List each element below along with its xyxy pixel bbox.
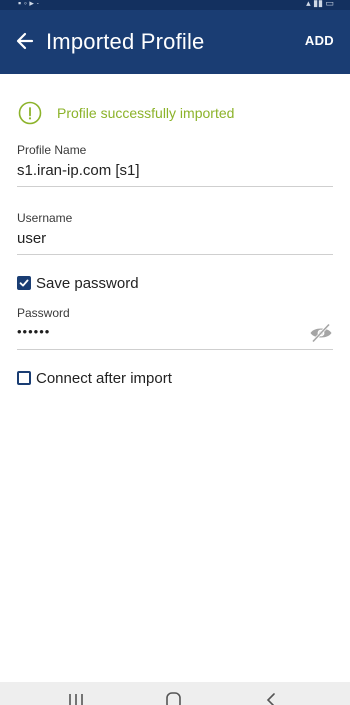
field-underline bbox=[17, 186, 333, 187]
eye-off-icon[interactable] bbox=[309, 322, 333, 344]
field-underline bbox=[17, 254, 333, 255]
page-title: Imported Profile bbox=[46, 29, 205, 54]
status-bar: ▪ ◦ ▸ · ▴ ▮▮ ▭ bbox=[0, 0, 350, 10]
username-input[interactable]: user bbox=[17, 229, 333, 249]
checkmark-icon bbox=[19, 279, 29, 287]
field-underline bbox=[17, 349, 333, 350]
connect-after-import-row[interactable]: Connect after import bbox=[17, 370, 237, 388]
status-right-icons: ▴ ▮▮ ▭ bbox=[306, 0, 334, 8]
password-input[interactable]: •••••• bbox=[17, 324, 333, 340]
username-field[interactable]: Username user bbox=[17, 211, 333, 255]
back-button[interactable] bbox=[8, 24, 42, 58]
profile-name-input[interactable]: s1.iran-ip.com [s1] bbox=[17, 161, 333, 181]
save-password-label: Save password bbox=[36, 275, 139, 292]
info-icon bbox=[18, 101, 42, 125]
save-password-checkbox[interactable] bbox=[17, 276, 31, 290]
add-button[interactable]: ADD bbox=[305, 33, 334, 48]
home-icon[interactable] bbox=[164, 690, 184, 705]
recent-apps-icon[interactable] bbox=[66, 690, 86, 705]
app-bar: Imported Profile ADD bbox=[0, 10, 350, 74]
profile-name-field[interactable]: Profile Name s1.iran-ip.com [s1] bbox=[17, 143, 333, 187]
profile-name-label: Profile Name bbox=[17, 143, 87, 157]
password-field[interactable]: Password •••••• bbox=[17, 306, 333, 350]
username-label: Username bbox=[17, 211, 73, 225]
connect-after-import-label: Connect after import bbox=[36, 370, 172, 387]
status-left-icons: ▪ ◦ ▸ · bbox=[18, 0, 40, 8]
arrow-left-icon bbox=[16, 32, 34, 50]
system-nav-bar bbox=[0, 682, 350, 705]
password-label: Password bbox=[17, 306, 70, 320]
back-nav-icon[interactable] bbox=[262, 690, 282, 705]
success-message: Profile successfully imported bbox=[57, 105, 235, 121]
save-password-row[interactable]: Save password bbox=[17, 275, 217, 293]
connect-after-import-checkbox[interactable] bbox=[17, 371, 31, 385]
